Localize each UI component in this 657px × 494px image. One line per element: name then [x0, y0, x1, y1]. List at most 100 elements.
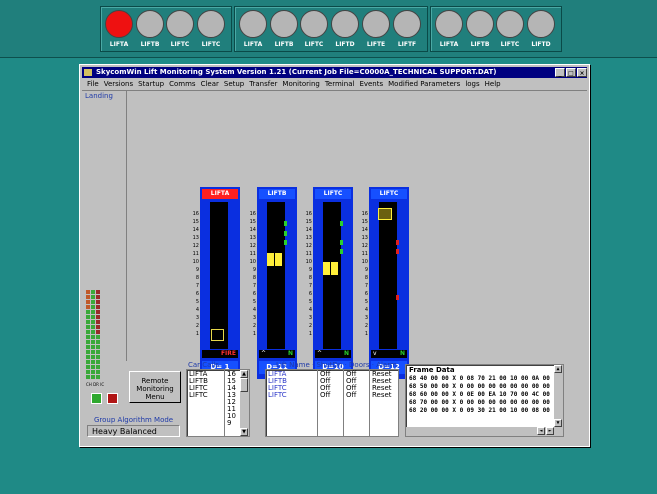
- frame-data-line: 68 60 00 00 X 0 0E 00 EA 10 70 00 4C 00: [409, 391, 550, 398]
- scroll-down-icon[interactable]: ▼: [240, 428, 248, 436]
- menu-startup[interactable]: Startup: [138, 80, 164, 88]
- frame-data-panel[interactable]: Frame Data 68 40 00 00 X 0 08 70 21 00 1…: [405, 364, 564, 437]
- level-bar-segment: [91, 350, 95, 354]
- lamp-liftb-icon[interactable]: [270, 10, 298, 38]
- scroll-thumb[interactable]: [240, 378, 248, 392]
- frame-hscroll[interactable]: ◄ ►: [406, 427, 563, 436]
- lamp-liftb-icon[interactable]: [466, 10, 494, 38]
- level-bar-segment: [86, 365, 90, 369]
- lamp-label: LIFTD: [531, 41, 551, 48]
- lamp-liftc-icon[interactable]: [197, 10, 225, 38]
- car-calls-scrollbar[interactable]: ▲ ▼: [240, 370, 249, 436]
- close-button[interactable]: ×: [577, 68, 587, 77]
- floor-label: 6: [252, 291, 256, 297]
- level-bar-segment: [91, 320, 95, 324]
- hall-call-marker: [396, 239, 399, 245]
- floor-labels: 16 15 14 13 12 11 10 9 8 7 6 5 4 3 2 1: [189, 210, 199, 338]
- floor-label: 12: [305, 243, 312, 249]
- green-indicator[interactable]: [91, 393, 102, 404]
- menu-versions[interactable]: Versions: [104, 80, 133, 88]
- menu-transfer[interactable]: Transfer: [249, 80, 277, 88]
- level-bar-segment: [96, 305, 100, 309]
- lift-shaft-3[interactable]: LIFTC ^ N D=10: [313, 187, 353, 379]
- status-shutdn: Off: [320, 391, 331, 399]
- floor-label: 16: [361, 211, 368, 217]
- floor-label: 2: [195, 323, 199, 329]
- floor-label: 9: [252, 267, 256, 273]
- lift-car-door-right: [275, 253, 282, 267]
- level-bar-segment: [96, 365, 100, 369]
- shaft-core: [379, 202, 397, 349]
- lamp-liftf-icon[interactable]: [393, 10, 421, 38]
- menu-clear[interactable]: Clear: [201, 80, 219, 88]
- lamp-liftb-icon[interactable]: [136, 10, 164, 38]
- mode-indicator: N: [399, 350, 405, 357]
- floor-label: 14: [249, 227, 256, 233]
- menu-logs[interactable]: logs: [465, 80, 479, 88]
- lamp-lifte-icon[interactable]: [362, 10, 390, 38]
- mode-indicator: N: [287, 350, 293, 357]
- car-calls-list[interactable]: LIFTA LIFTB LIFTC LIFTC 16 15 14 13 12 11 10 9 ▲ ▼: [186, 369, 250, 437]
- level-bar-segment: [91, 375, 95, 379]
- lift-shaft-4[interactable]: LIFTC v N D=12: [369, 187, 409, 379]
- level-bar-segment: [86, 300, 90, 304]
- app-icon: [84, 69, 92, 76]
- scroll-up-icon[interactable]: ▲: [240, 370, 248, 378]
- lamp-liftc-icon[interactable]: [166, 10, 194, 38]
- floor-label: 6: [308, 291, 312, 297]
- shaft-name: LIFTB: [259, 189, 295, 199]
- shutdown-column: Off Off Off Off: [318, 370, 344, 436]
- floor-label: 8: [252, 275, 256, 281]
- menu-help[interactable]: Help: [485, 80, 501, 88]
- level-bar-segment: [96, 355, 100, 359]
- level-bar-segment: [91, 290, 95, 294]
- remote-monitoring-menu-button[interactable]: Remote Monitoring Menu: [129, 371, 181, 403]
- menu-terminal[interactable]: Terminal: [325, 80, 355, 88]
- floor-label: 13: [305, 235, 312, 241]
- menu-comms[interactable]: Comms: [169, 80, 195, 88]
- floor-label: 7: [195, 283, 199, 289]
- lamp-label: LIFTA: [439, 41, 459, 48]
- status-alarm: Reset: [372, 391, 392, 399]
- lamp-liftc-icon[interactable]: [300, 10, 328, 38]
- lift-shaft-1[interactable]: LIFTA FIRE D= 1: [200, 187, 240, 379]
- lamp-label: LIFTC: [304, 41, 324, 48]
- scroll-right-icon[interactable]: ►: [546, 427, 554, 435]
- lamp-lifta-icon[interactable]: [105, 10, 133, 38]
- maximize-button[interactable]: □: [566, 68, 576, 77]
- scroll-left-icon[interactable]: ◄: [537, 427, 545, 435]
- floor-label: 15: [192, 219, 199, 225]
- minimize-button[interactable]: _: [555, 68, 565, 77]
- lift-car-door-left: [267, 253, 274, 267]
- menu-modified-parameters[interactable]: Modified Parameters: [388, 80, 460, 88]
- floor-label: 7: [252, 283, 256, 289]
- floor-label: 11: [249, 251, 256, 257]
- level-bar-segment: [91, 330, 95, 334]
- scroll-up-icon[interactable]: ▲: [554, 365, 562, 373]
- frame-vscroll[interactable]: ▲ ▼: [554, 365, 563, 427]
- floor-label: 14: [192, 227, 199, 233]
- scroll-down-icon[interactable]: ▼: [554, 419, 562, 427]
- red-indicator[interactable]: [107, 393, 118, 404]
- lift-shaft-2[interactable]: LIFTB ^ N D=11: [257, 187, 297, 379]
- lift-status-table[interactable]: LIFTA LIFTB LIFTC LIFTC Off Off Off Off Off Off…: [265, 369, 399, 437]
- lamp-liftc-icon[interactable]: [496, 10, 524, 38]
- lamp-liftd-icon[interactable]: [527, 10, 555, 38]
- menu-file[interactable]: File: [87, 80, 99, 88]
- lamp-lifta-icon[interactable]: [435, 10, 463, 38]
- level-bar-segment: [91, 365, 95, 369]
- level-bar-segment: [96, 315, 100, 319]
- level-bar-segment: [86, 325, 90, 329]
- menu-events[interactable]: Events: [359, 80, 383, 88]
- lamp-label: LIFTC: [201, 41, 221, 48]
- lamp-liftd-icon[interactable]: [331, 10, 359, 38]
- lamp-lifta-icon[interactable]: [239, 10, 267, 38]
- floor-label: 10: [249, 259, 256, 265]
- menu-monitoring[interactable]: Monitoring: [282, 80, 319, 88]
- menu-setup[interactable]: Setup: [224, 80, 244, 88]
- level-bar-segment: [96, 310, 100, 314]
- lamp-label: LIFTC: [500, 41, 520, 48]
- level-bar-segment: [91, 310, 95, 314]
- lamp-label: LIFTC: [170, 41, 190, 48]
- car-call-floor[interactable]: 9: [227, 420, 237, 427]
